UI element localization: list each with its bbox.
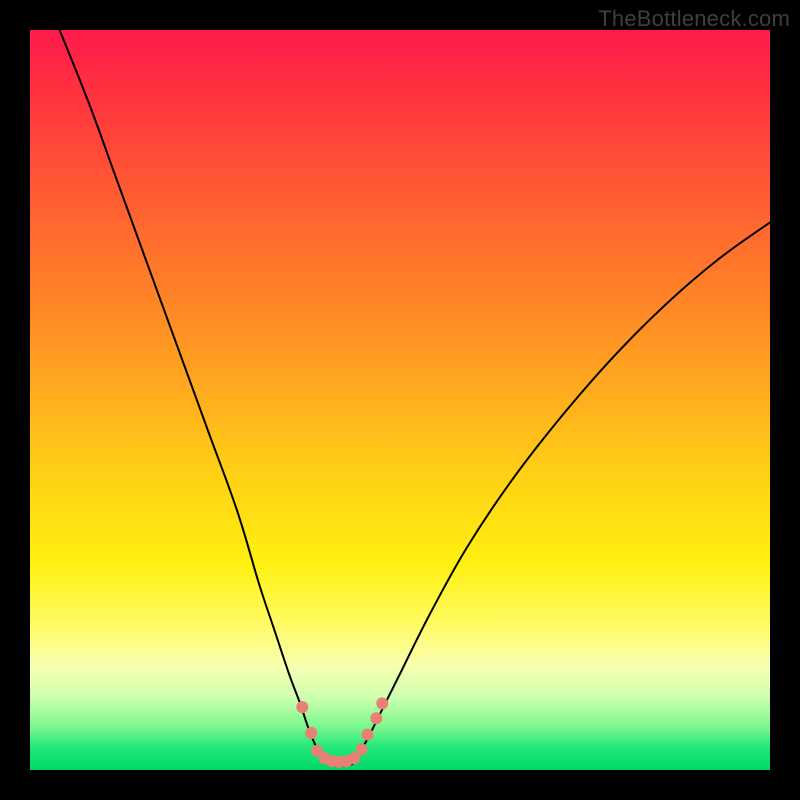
chart-svg	[30, 30, 770, 770]
chart-stage: TheBottleneck.com	[0, 0, 800, 800]
data-marker	[305, 727, 317, 739]
left-curve	[60, 30, 323, 759]
data-marker	[376, 697, 388, 709]
plot-area	[30, 30, 770, 770]
data-marker	[370, 712, 382, 724]
marker-group	[296, 697, 388, 767]
right-curve	[356, 222, 770, 759]
data-marker	[296, 701, 308, 713]
data-marker	[361, 728, 373, 740]
watermark-text: TheBottleneck.com	[598, 6, 790, 32]
data-marker	[356, 743, 368, 755]
